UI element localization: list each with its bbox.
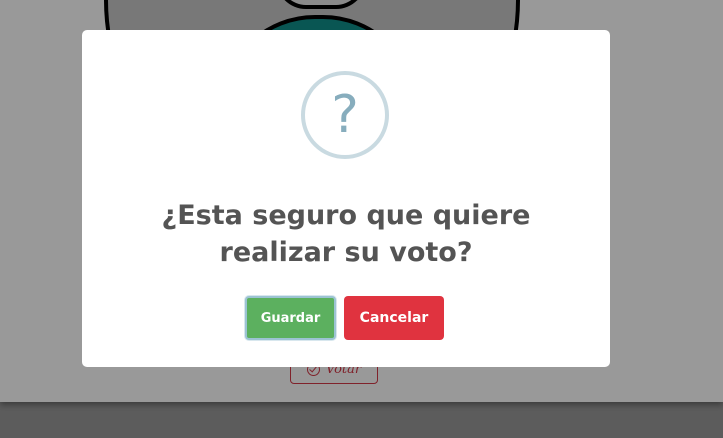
dialog-title: ¿Esta seguro que quiere realizar su voto… xyxy=(161,200,531,268)
confirm-dialog: ? ¿Esta seguro que quiere realizar su vo… xyxy=(82,30,610,367)
question-mark-glyph: ? xyxy=(331,85,359,145)
save-button[interactable]: Guardar xyxy=(245,296,336,340)
question-mark-icon: ? xyxy=(301,71,389,159)
cancel-button[interactable]: Cancelar xyxy=(344,296,444,340)
page: Votar ? ¿Esta seguro que quiere realizar… xyxy=(0,0,723,438)
